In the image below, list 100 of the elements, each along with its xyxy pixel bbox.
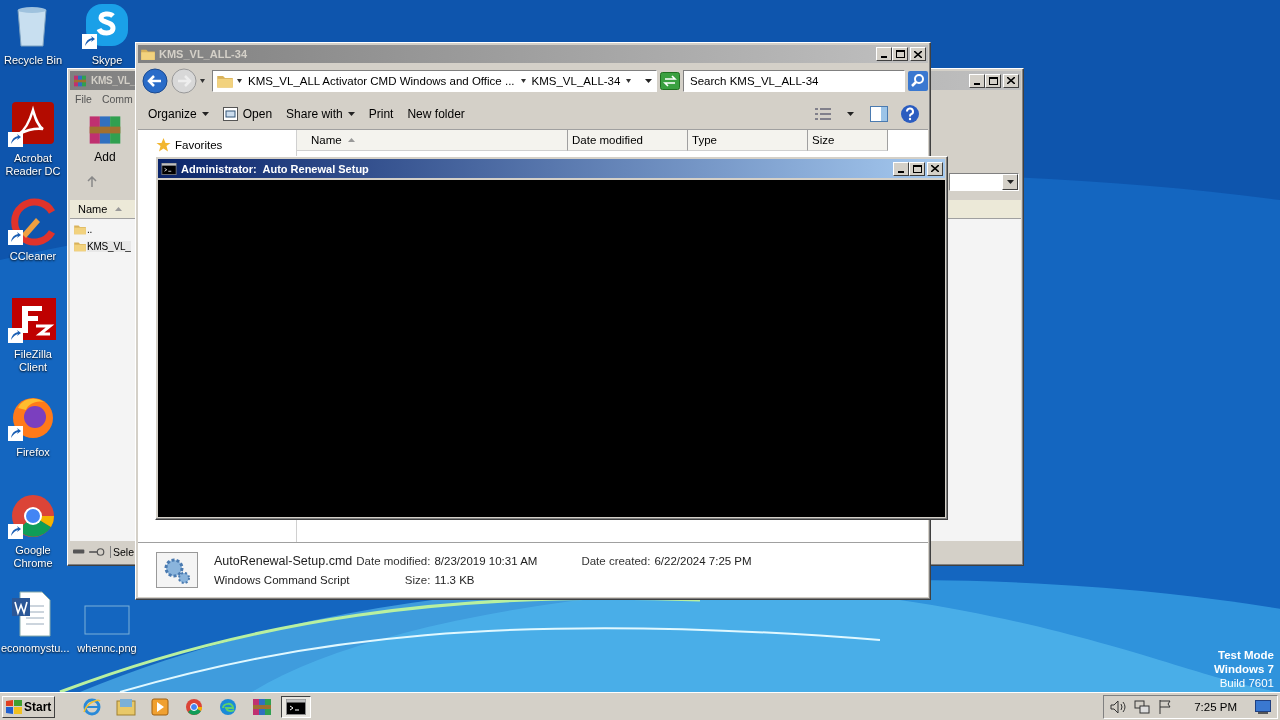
sort-arrow-icon (347, 138, 355, 142)
field-value: 11.3 KB (434, 574, 476, 586)
toolbar-button[interactable]: Share with (280, 105, 361, 123)
taskbar-app[interactable] (281, 695, 312, 718)
desktop-icon-label[interactable]: Google Chrome (1, 544, 65, 570)
toolbar-button[interactable]: New folder (401, 105, 471, 123)
desktop-icon-label[interactable]: Acrobat Reader DC (1, 152, 65, 178)
clock[interactable]: 7:25 PM (1180, 700, 1247, 713)
menu-item[interactable]: Comm (98, 93, 136, 105)
desktop-icon-label[interactable]: Recycle Bin (3, 54, 63, 67)
file-name: AutoRenewal-Setup.cmd (214, 554, 353, 568)
folder-icon (217, 74, 233, 88)
menu-item[interactable]: File (72, 93, 95, 105)
os-notice-text: Test Mode (1218, 648, 1274, 662)
field-value: 8/23/2019 10:31 AM (434, 555, 538, 567)
close-button[interactable] (910, 47, 926, 61)
search-icon[interactable] (908, 71, 928, 91)
internet-explorer-icon (83, 697, 102, 716)
breadcrumb-item[interactable]: KMS_VL_ALL Activator CMD Windows and Office ... (246, 75, 517, 87)
close-button[interactable] (927, 161, 943, 176)
path-dropdown[interactable] (949, 173, 1019, 191)
close-icon (931, 165, 939, 172)
maximize-button[interactable] (909, 161, 925, 176)
command-prompt-icon (286, 698, 307, 715)
caret-icon (626, 79, 632, 83)
start-button[interactable]: Start (2, 695, 56, 718)
minimize-button[interactable] (893, 161, 909, 176)
show-desktop-icon (1255, 699, 1271, 714)
archive-books-icon (73, 74, 87, 87)
maximize-button[interactable] (892, 47, 908, 61)
window-title: KMS_VL_ALL-34 (159, 48, 249, 60)
preview-pane-icon[interactable] (870, 106, 888, 122)
edge-icon (219, 697, 238, 716)
caret-icon (1006, 180, 1014, 184)
folder-icon (74, 224, 86, 235)
desktop-icon-label[interactable]: Skype (91, 54, 123, 67)
maximize-icon (895, 50, 905, 58)
window-title: Administrator: Auto Renewal Setup (181, 162, 370, 175)
minimize-button[interactable] (876, 47, 892, 61)
network-icon (1134, 699, 1151, 714)
folder-icon (141, 48, 155, 60)
folder-icon (116, 697, 137, 716)
help-icon[interactable] (900, 104, 920, 124)
column-header[interactable]: Name (70, 203, 123, 215)
desktop-icon-label[interactable]: CCleaner (9, 250, 57, 263)
minimize-button[interactable] (969, 73, 985, 88)
sort-arrow-icon (115, 207, 123, 211)
caret-icon (201, 112, 209, 116)
minimize-icon (881, 56, 887, 58)
minimize-icon (974, 82, 980, 85)
caret-icon (200, 79, 205, 83)
file-type: Windows Command Script (214, 574, 351, 586)
add-button[interactable]: Add (88, 112, 122, 164)
star-icon (156, 138, 171, 152)
column-header[interactable]: Date modified (568, 130, 688, 151)
caret-icon (645, 79, 652, 83)
script-file-icon (222, 107, 238, 121)
file-name[interactable]: .. (87, 224, 93, 235)
file-name[interactable]: KMS_VL_ (87, 241, 131, 252)
caret-icon (847, 112, 854, 116)
close-button[interactable] (1003, 73, 1019, 88)
field-value: 6/22/2024 7:25 PM (654, 555, 752, 567)
field-label: Size: (403, 574, 431, 586)
nav-item[interactable]: Favorites (175, 139, 223, 151)
toolbar-button[interactable]: Organize (142, 105, 215, 123)
windows-logo-icon (6, 699, 22, 714)
close-icon (1007, 77, 1015, 84)
toolbar-button[interactable]: Print (362, 105, 400, 123)
caret-icon (237, 79, 242, 83)
caret-icon (347, 112, 355, 116)
column-header[interactable]: Type (688, 130, 808, 151)
refresh-icon (660, 72, 680, 90)
minimize-icon (898, 170, 904, 173)
maximize-button[interactable] (985, 73, 1001, 88)
address-bar[interactable]: KMS_VL_ALL Activator CMD Windows and Office ... KMS_VL_ALL-34 (212, 70, 657, 92)
column-header[interactable]: Size (808, 130, 888, 151)
desktop-icon-label[interactable]: whennc.png (77, 642, 137, 655)
chrome-icon (185, 697, 204, 716)
search-field[interactable]: Search KMS_VL_ALL-34 (683, 70, 905, 92)
status-text: Sele (110, 546, 134, 558)
breadcrumb-item[interactable]: KMS_VL_ALL-34 (529, 75, 623, 87)
toolbar-button[interactable]: Open (216, 105, 279, 123)
maximize-icon (988, 76, 998, 85)
folder-icon (74, 241, 86, 252)
gear-file-icon (156, 552, 198, 588)
close-icon (914, 50, 922, 58)
os-notice-text: Windows 7 (1214, 662, 1274, 676)
drive-key-icon (73, 547, 107, 557)
media-player-icon (151, 697, 170, 716)
column-header[interactable]: Name (297, 130, 568, 151)
caret-icon (520, 79, 526, 83)
maximize-icon (912, 164, 922, 173)
desktop-icon-label[interactable]: FileZilla Client (1, 348, 65, 374)
window-title: KMS_VL_ (91, 75, 136, 86)
command-prompt-icon (161, 162, 177, 175)
desktop-icon-label[interactable]: Firefox (16, 446, 50, 459)
os-notice-text: Build 7601 (1219, 676, 1274, 690)
view-list-icon[interactable] (815, 108, 831, 120)
field-label: Date modified: (356, 555, 431, 567)
field-label: Date created: (581, 555, 651, 567)
